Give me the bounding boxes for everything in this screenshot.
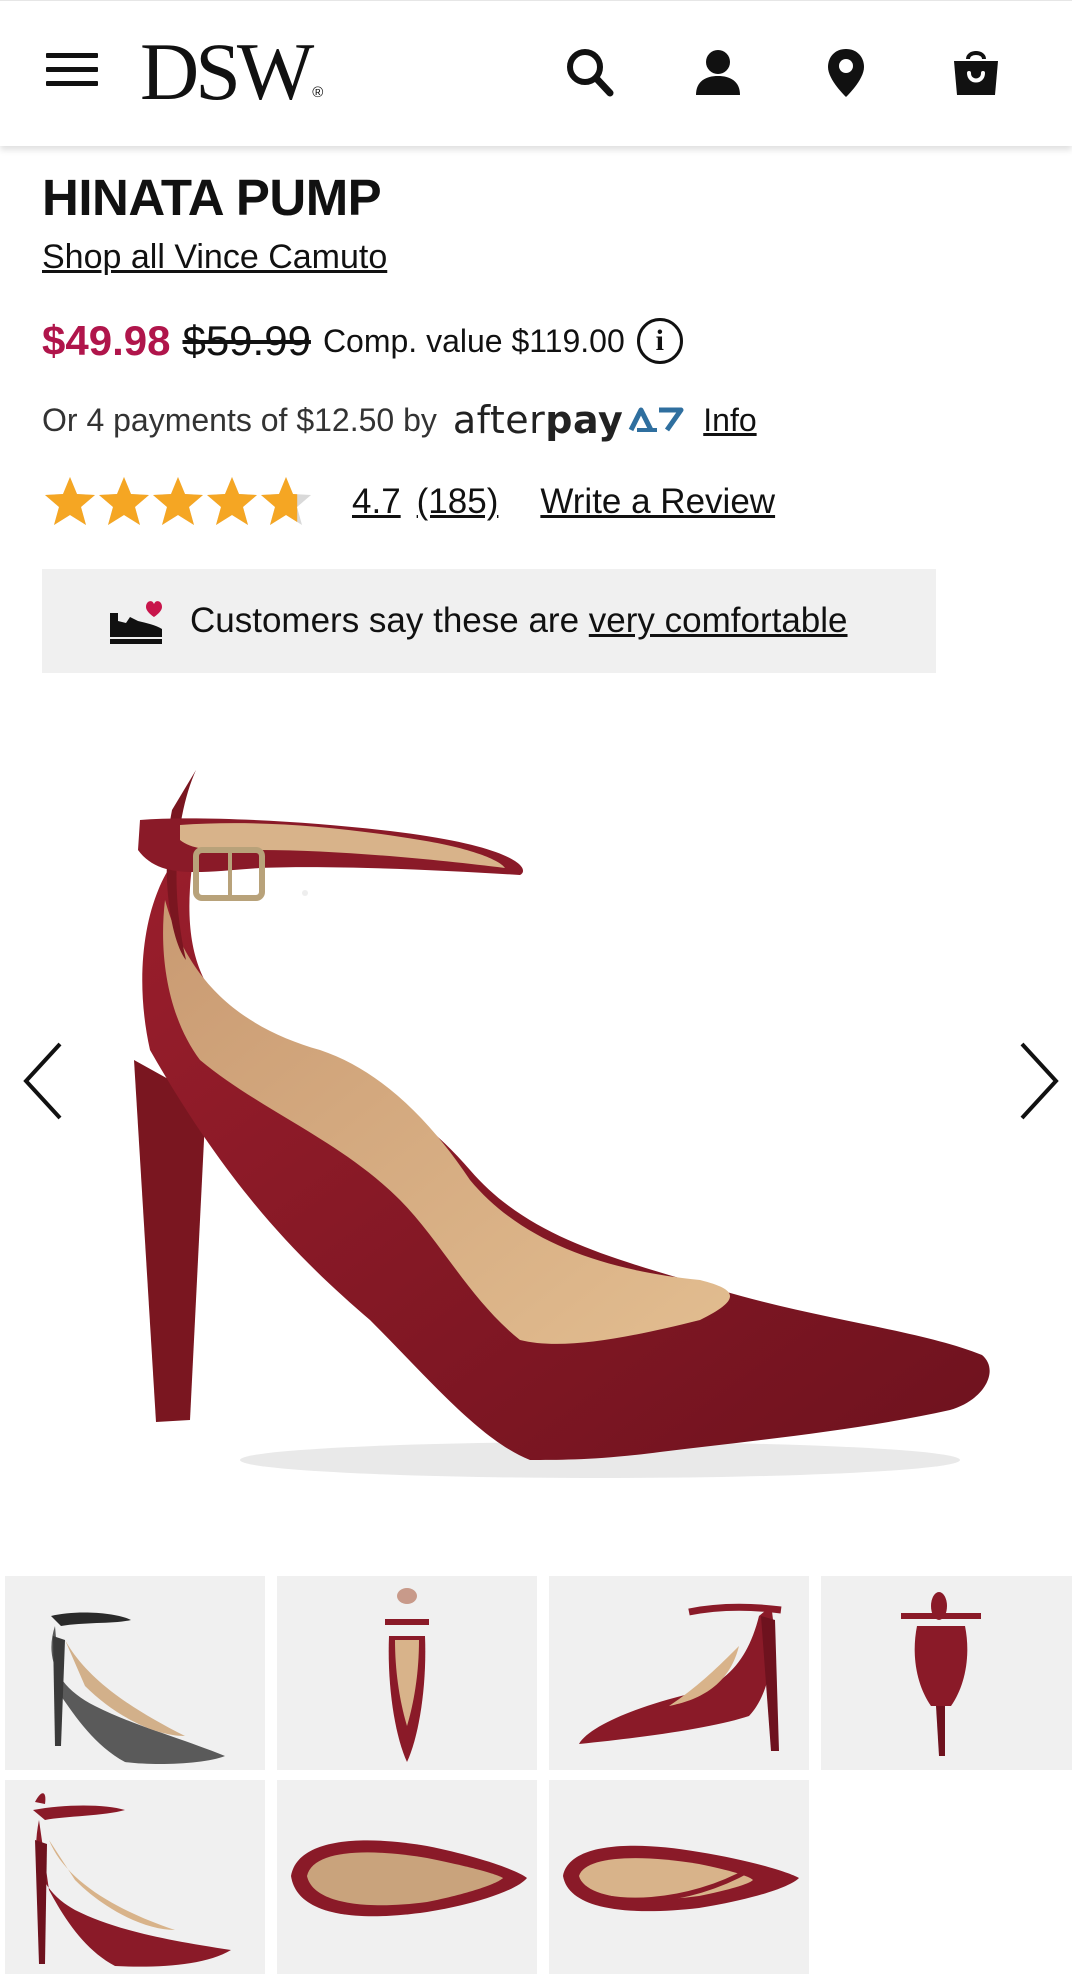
comfort-text: Customers say these are very comfortable	[190, 601, 848, 640]
comfort-shoe-heart-icon	[110, 601, 162, 644]
afterpay-row: Or 4 payments of $12.50 by afterpay Info	[42, 398, 757, 442]
star-icon	[153, 477, 203, 525]
thumbnail-3[interactable]	[549, 1576, 809, 1770]
thumbnail-2[interactable]	[277, 1576, 537, 1770]
rating-row: 4.7 (185) Write a Review	[42, 474, 775, 530]
thumb-red-front	[385, 1588, 429, 1762]
site-header: DSW ®	[0, 0, 1072, 146]
thumb-red-side-angle	[579, 1603, 782, 1751]
thumbnail-6[interactable]	[277, 1780, 537, 1974]
star-icon	[261, 477, 311, 525]
comfort-banner: Customers say these are very comfortable	[42, 569, 936, 673]
thumbnail-7[interactable]	[549, 1780, 809, 1974]
account-icon[interactable]	[690, 45, 746, 101]
search-icon[interactable]	[562, 45, 618, 101]
afterpay-info-link[interactable]: Info	[703, 402, 756, 439]
thumbnail-4[interactable]	[821, 1576, 1072, 1770]
star-rating[interactable]	[42, 474, 312, 530]
review-count[interactable]: (185)	[417, 482, 499, 522]
thumb-red-side	[33, 1793, 231, 1967]
star-icon	[45, 477, 95, 525]
store-locator-icon[interactable]	[818, 45, 874, 101]
comfort-link[interactable]: very comfortable	[589, 601, 848, 640]
thumb-black-side	[51, 1612, 225, 1764]
sale-price: $49.98	[42, 317, 171, 364]
star-icon	[207, 477, 257, 525]
product-image[interactable]	[0, 700, 1072, 1520]
rating-value[interactable]: 4.7	[352, 482, 401, 522]
shop-brand-link[interactable]: Shop all Vince Camuto	[42, 240, 387, 274]
thumb-red-sole	[291, 1840, 527, 1917]
dsw-logo[interactable]: DSW ®	[140, 31, 323, 113]
thumbnail-5[interactable]	[5, 1780, 265, 1974]
thumbnail-1[interactable]	[5, 1576, 265, 1770]
star-icon	[99, 477, 149, 525]
afterpay-text: Or 4 payments of $12.50 by	[42, 401, 437, 438]
comp-value: Comp. value $119.00	[322, 322, 625, 359]
previous-image-arrow-icon[interactable]	[18, 1038, 68, 1124]
info-icon[interactable]: i	[636, 318, 683, 364]
thumb-red-back	[901, 1592, 981, 1756]
price-row: $49.98 $59.99 Comp. value $119.00 i	[42, 316, 683, 366]
shopping-bag-icon[interactable]	[948, 45, 1004, 101]
afterpay-logo: afterpay	[452, 398, 624, 442]
thumb-red-top	[563, 1845, 799, 1912]
next-image-arrow-icon[interactable]	[1014, 1038, 1064, 1124]
write-review-link[interactable]: Write a Review	[540, 482, 775, 522]
original-price: $59.99	[182, 317, 311, 364]
product-title: HINATA PUMP	[42, 169, 382, 226]
afterpay-mark-icon	[629, 407, 684, 432]
menu-icon[interactable]	[46, 53, 98, 93]
